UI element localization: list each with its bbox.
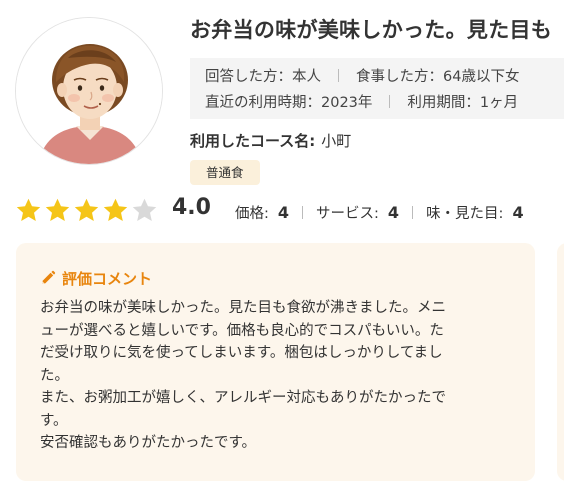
meal-type-badge: 普通食 xyxy=(190,160,260,185)
comment-line: 安否確認もありがたかったです。 xyxy=(40,435,257,451)
score-divider xyxy=(302,206,304,219)
course-value: 小町 xyxy=(321,132,352,150)
comment-line: た。 xyxy=(40,367,69,384)
overall-score: 4.0 xyxy=(172,195,211,220)
star-filled-icon xyxy=(103,198,128,221)
price-label: 価格: xyxy=(235,206,269,222)
meta-row-1: 回答した方：本人 食事した方：64歳以下女 xyxy=(205,64,564,90)
star-filled-icon xyxy=(16,198,41,221)
meta-divider xyxy=(389,95,391,108)
service-value: 4 xyxy=(387,203,400,222)
taste-value: 4 xyxy=(512,203,524,222)
reviewer-avatar xyxy=(15,17,163,165)
course-label: 利用したコース名: xyxy=(190,132,316,150)
comment-line: ューが選べると嬉しいです。価格も良心的でコスパもいい。た xyxy=(40,322,444,339)
score-divider xyxy=(412,206,414,219)
comment-heading-label: 評価コメント xyxy=(62,270,153,288)
comment-body: お弁当の味が美味しかった。見た目も食欲が沸きました。メニ ューが選べると嬉しいです… xyxy=(40,297,517,455)
next-card-edge xyxy=(557,243,564,481)
diner-label: 食事した方：64歳以下女 xyxy=(356,69,520,85)
rating-row: 4.0 価格: 4 サービス: 4 味・見た目: 4 xyxy=(15,195,564,226)
taste-label: 味・見た目: xyxy=(426,206,504,222)
star-empty-icon xyxy=(132,198,157,221)
pencil-icon xyxy=(42,270,56,284)
reviewer-meta: 回答した方：本人 食事した方：64歳以下女 直近の利用時期：2023年 利用期間：1… xyxy=(190,58,564,119)
course-info: 利用したコース名: 小町 xyxy=(190,130,351,151)
review-card: お弁当の味が美味しかった。見た目も 回答した方：本人 食事した方：64歳以下女 直… xyxy=(0,0,564,494)
comment-line: す。 xyxy=(40,412,68,429)
comment-heading: 評価コメント xyxy=(40,267,517,291)
comment-line: また、お粥加工が嬉しく、アレルギー対応もありがたかったで xyxy=(40,390,446,406)
responder-label: 回答した方：本人 xyxy=(205,69,321,85)
woman-avatar-icon xyxy=(16,18,162,164)
service-label: サービス: xyxy=(316,206,379,222)
price-value: 4 xyxy=(277,203,290,222)
meta-row-2: 直近の利用時期：2023年 利用期間：1ヶ月 xyxy=(205,90,564,116)
star-filled-icon xyxy=(74,198,99,221)
review-title: お弁当の味が美味しかった。見た目も xyxy=(190,18,553,42)
star-filled-icon xyxy=(45,198,70,221)
meta-divider xyxy=(338,69,339,82)
comment-box: 評価コメント お弁当の味が美味しかった。見た目も食欲が沸きました。メニ ューが選べ… xyxy=(16,243,535,481)
last-used-label: 直近の利用時期：2023年 xyxy=(205,95,373,111)
sub-scores: 価格: 4 サービス: 4 味・見た目: 4 xyxy=(235,202,524,223)
comment-line: だ受け取りに気を使ってしまいます。梱包はしっかりしてまし xyxy=(40,345,443,361)
period-label: 利用期間：1ヶ月 xyxy=(407,95,519,111)
comment-line: お弁当の味が美味しかった。見た目も食欲が沸きました。メニ xyxy=(40,300,446,316)
star-rating xyxy=(15,197,160,224)
